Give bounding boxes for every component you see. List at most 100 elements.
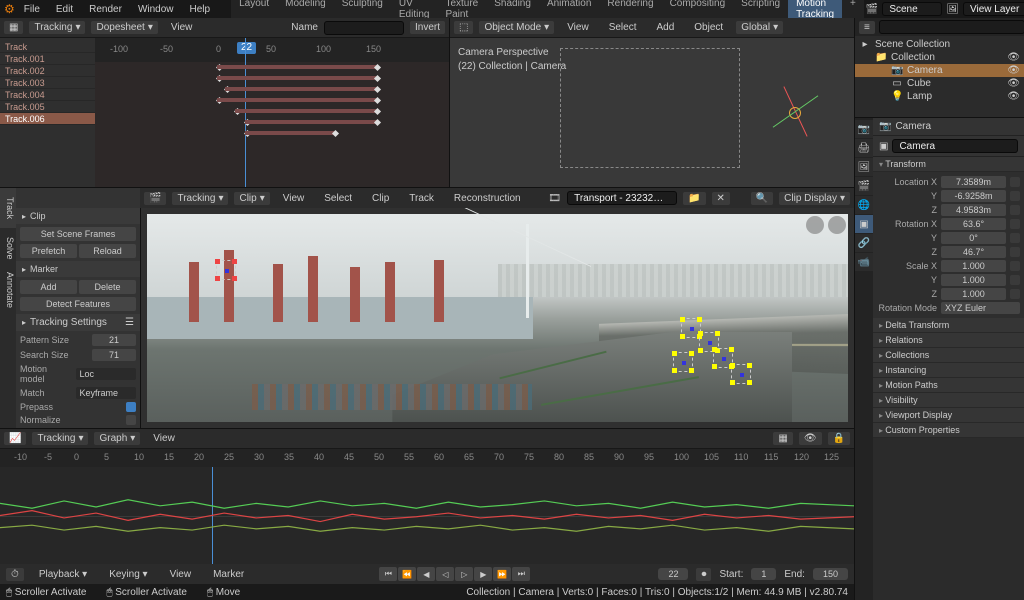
- transform-section[interactable]: Transform: [873, 157, 1024, 172]
- ds-invert-btn[interactable]: Invert: [410, 21, 445, 34]
- outliner-item[interactable]: 💡Lamp👁: [855, 90, 1024, 103]
- clip-display-btn[interactable]: Clip Display ▾: [779, 192, 850, 205]
- clip-type[interactable]: Clip ▾: [234, 192, 269, 205]
- side-tab-track[interactable]: Track: [0, 188, 16, 228]
- clip-mode[interactable]: Tracking ▾: [172, 192, 228, 205]
- prop-tab-world[interactable]: 🌐: [855, 196, 873, 214]
- visibility-icon[interactable]: 👁: [1007, 91, 1020, 102]
- graph-opt3[interactable]: 🔒: [828, 432, 850, 445]
- tracking-mode[interactable]: Tracking ▾: [29, 21, 85, 34]
- editor-type-graph[interactable]: 📈: [4, 432, 26, 445]
- ds-filter-input[interactable]: [324, 21, 404, 35]
- zoom-widget-icon[interactable]: [806, 216, 824, 234]
- current-frame-badge[interactable]: 22: [237, 42, 256, 54]
- outliner-scene-collection[interactable]: ▸Scene Collection: [855, 38, 1024, 51]
- side-tab-annotate[interactable]: Annotate: [0, 268, 16, 308]
- pattern-size-val[interactable]: 21: [92, 334, 136, 346]
- prop-breadcrumb[interactable]: Camera: [895, 121, 931, 132]
- prop-section[interactable]: Instancing: [873, 363, 1024, 378]
- outliner-item[interactable]: 📁Collection👁: [855, 51, 1024, 64]
- menu-help[interactable]: Help: [183, 2, 218, 17]
- track-row-active[interactable]: Track.006: [0, 113, 95, 125]
- track-row[interactable]: Track: [0, 41, 95, 53]
- orientation-select[interactable]: Global ▾: [736, 21, 783, 34]
- prop-tab-data[interactable]: 📹: [855, 253, 873, 271]
- prop-tab-scene[interactable]: 🎬: [855, 177, 873, 195]
- viewlayer-input[interactable]: View Layer: [963, 2, 1024, 16]
- menu-edit[interactable]: Edit: [49, 2, 80, 17]
- visibility-icon[interactable]: 👁: [1007, 78, 1020, 89]
- prop-tab-constraint[interactable]: 🔗: [855, 234, 873, 252]
- prop-section[interactable]: Custom Properties: [873, 423, 1024, 438]
- jump-start-btn[interactable]: ⏮: [379, 567, 397, 581]
- loc-y[interactable]: -6.9258m: [941, 190, 1006, 202]
- editor-type-timeline[interactable]: ⏱: [6, 568, 24, 581]
- rotmode-select[interactable]: XYZ Euler: [941, 302, 1020, 314]
- scene-name-input[interactable]: Scene: [882, 2, 942, 16]
- reload-btn[interactable]: Reload: [79, 244, 136, 258]
- jump-end-btn[interactable]: ⏭: [512, 567, 530, 581]
- prop-tab-object[interactable]: ▣: [855, 215, 873, 233]
- clip-browse-btn[interactable]: 📁: [683, 192, 705, 205]
- object-mode-select[interactable]: Object Mode ▾: [479, 21, 554, 34]
- play-reverse-btn[interactable]: ◁: [436, 567, 454, 581]
- tracking-settings-hdr[interactable]: Tracking Settings☰: [16, 314, 140, 331]
- key-btn[interactable]: [1010, 275, 1020, 285]
- vp-object-menu[interactable]: Object: [687, 20, 730, 35]
- rot-x[interactable]: 63.6°: [941, 218, 1006, 230]
- outliner-item[interactable]: ▭Cube👁: [855, 77, 1024, 90]
- tracking-marker[interactable]: [216, 260, 236, 280]
- key-btn[interactable]: [1010, 205, 1020, 215]
- tl-playback[interactable]: Playback ▾: [32, 567, 94, 582]
- marker-section-hdr[interactable]: Marker: [16, 261, 140, 277]
- settings-widget-icon[interactable]: [828, 216, 846, 234]
- detect-features-btn[interactable]: Detect Features: [20, 297, 136, 311]
- editor-type-outliner[interactable]: ≡: [859, 21, 875, 34]
- graph-type[interactable]: Graph ▾: [94, 432, 140, 445]
- lens-btn[interactable]: 🔍: [751, 192, 773, 205]
- clip-remove-btn[interactable]: ✕: [712, 192, 730, 205]
- outliner-item[interactable]: 📷Camera👁: [855, 64, 1024, 77]
- outliner-search[interactable]: [879, 20, 1024, 34]
- track-row[interactable]: Track.002: [0, 65, 95, 77]
- side-tab-solve[interactable]: Solve: [0, 228, 16, 268]
- match-select[interactable]: Keyframe: [76, 387, 137, 399]
- prop-tab-render[interactable]: 📷: [855, 120, 873, 138]
- dopesheet-type[interactable]: Dopesheet ▾: [91, 21, 157, 34]
- dopesheet-timeline[interactable]: -100 -50 0 22 50 100 150: [95, 38, 449, 187]
- prop-section[interactable]: Delta Transform: [873, 318, 1024, 333]
- rot-y[interactable]: 0°: [941, 232, 1006, 244]
- menu-file[interactable]: File: [17, 2, 47, 17]
- editor-type-dopesheet[interactable]: ▦: [4, 21, 23, 34]
- keyframe-next-btn[interactable]: ⏩: [493, 567, 511, 581]
- clip-name-input[interactable]: Transport - 23232…: [567, 191, 677, 205]
- prop-tab-viewlayer[interactable]: 🖼: [855, 158, 873, 176]
- graph-ruler[interactable]: /*ticks populated below*/ -10-5051015202…: [0, 449, 854, 467]
- set-scene-frames-btn[interactable]: Set Scene Frames: [20, 227, 136, 241]
- frame-next-btn[interactable]: ▶: [474, 567, 492, 581]
- vp-select-menu[interactable]: Select: [602, 20, 644, 35]
- frame-prev-btn[interactable]: ◀: [417, 567, 435, 581]
- tracking-marker[interactable]: [673, 352, 693, 372]
- clip-select-menu[interactable]: Select: [317, 191, 359, 206]
- graph-mode[interactable]: Tracking ▾: [32, 432, 88, 445]
- tracking-marker[interactable]: [731, 364, 751, 384]
- viewport-canvas[interactable]: Camera Perspective (22) Collection | Cam…: [450, 38, 854, 187]
- keyframe-prev-btn[interactable]: ⏪: [398, 567, 416, 581]
- prop-tab-output[interactable]: 🖨: [855, 139, 873, 157]
- tl-keying[interactable]: Keying ▾: [102, 567, 154, 582]
- key-btn[interactable]: [1010, 219, 1020, 229]
- key-btn[interactable]: [1010, 191, 1020, 201]
- scale-y[interactable]: 1.000: [941, 274, 1006, 286]
- key-btn[interactable]: [1010, 289, 1020, 299]
- graph-opt1[interactable]: ▦: [773, 432, 792, 445]
- visibility-icon[interactable]: 👁: [1007, 65, 1020, 76]
- menu-render[interactable]: Render: [82, 2, 129, 17]
- tl-view[interactable]: View: [163, 567, 199, 582]
- graph-canvas[interactable]: [0, 467, 854, 564]
- prop-section[interactable]: Relations: [873, 333, 1024, 348]
- key-btn[interactable]: [1010, 261, 1020, 271]
- prop-section[interactable]: Viewport Display: [873, 408, 1024, 423]
- motion-model-select[interactable]: Loc: [76, 368, 137, 380]
- editor-type-3dview[interactable]: ⬚: [454, 21, 473, 34]
